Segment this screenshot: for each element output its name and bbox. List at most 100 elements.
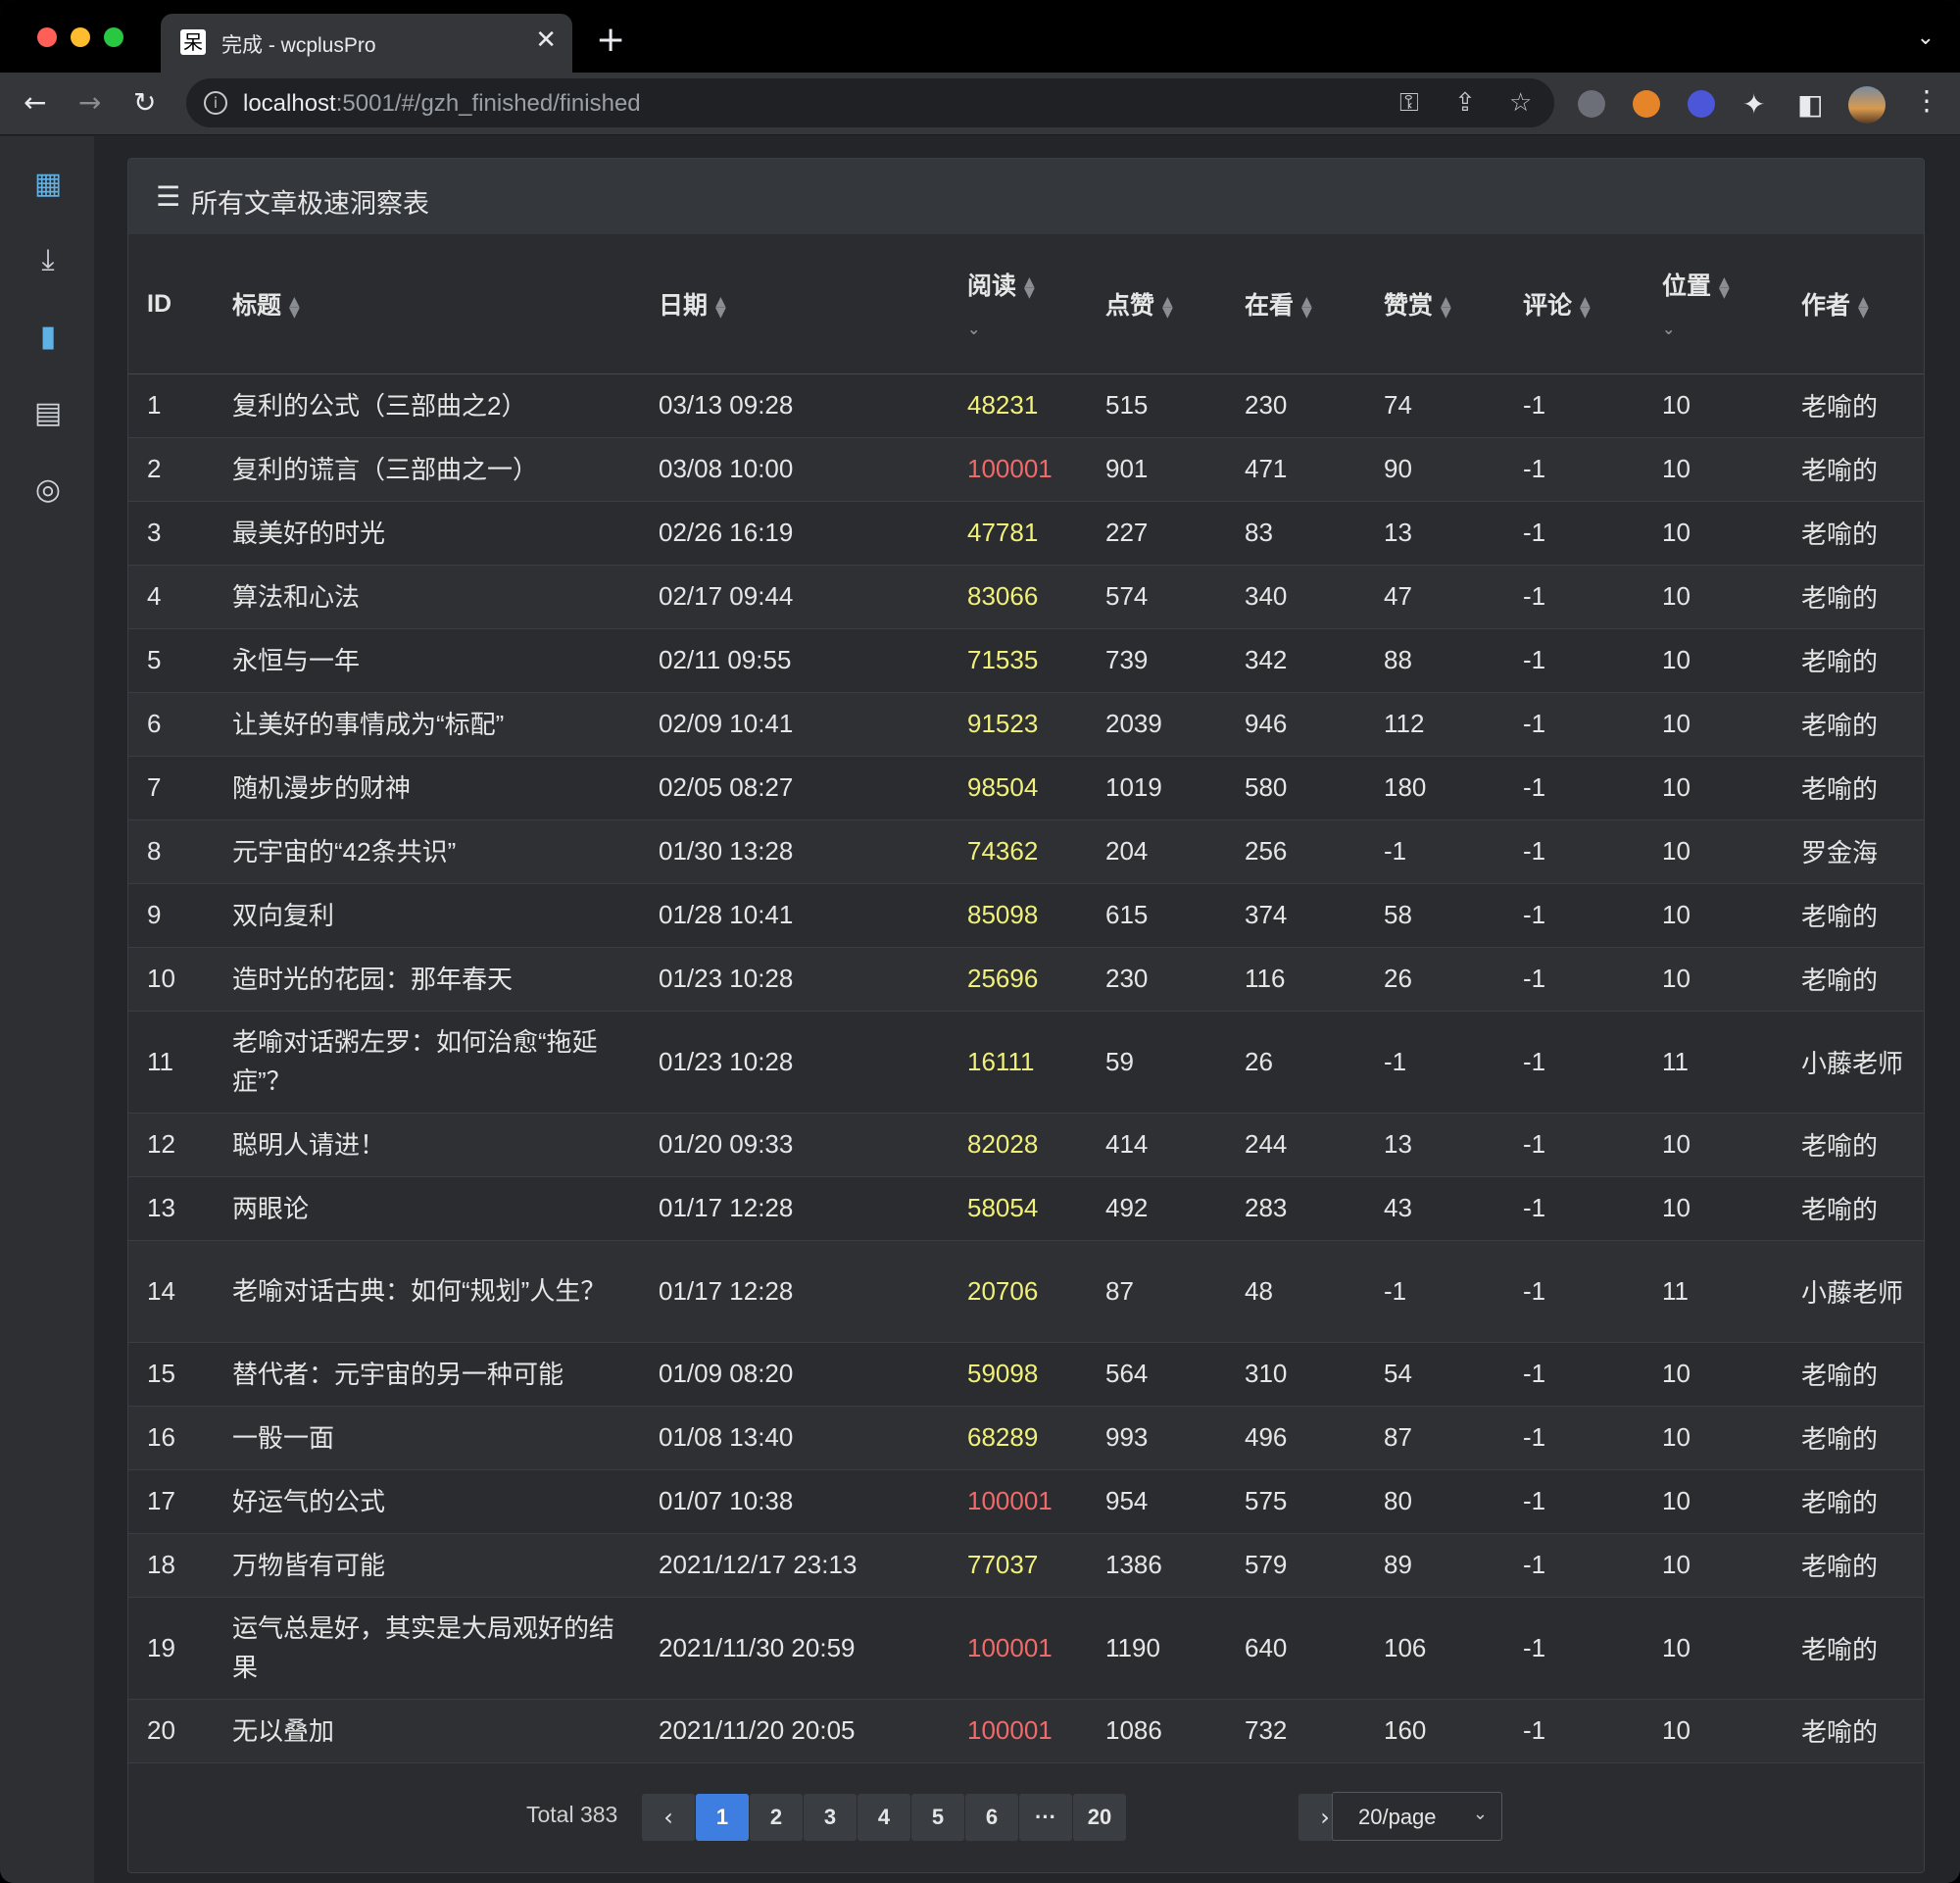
clipboard-icon[interactable]: ▤ — [27, 393, 69, 434]
page-button[interactable]: 6 — [965, 1794, 1018, 1841]
cell-like: 954 — [1087, 1469, 1226, 1534]
chevron-down-icon[interactable]: ⌄ — [967, 320, 1035, 338]
table-row[interactable]: 10 造时光的花园：那年春天 01/23 10:28 25696 230 116 26 -1 1… — [128, 947, 1924, 1012]
cell-id: 12 — [128, 1113, 214, 1177]
table-row[interactable]: 1 复利的公式（三部曲之2） 03/13 09:28 48231 515 230 74 -1 1… — [128, 373, 1924, 438]
key-icon[interactable]: ⚿ — [1399, 88, 1419, 119]
table-row[interactable]: 14 老喻对话古典：如何“规划”人生？ 01/17 12:28 20706 87 48 -1… — [128, 1240, 1924, 1343]
table-row[interactable]: 8 元宇宙的“42条共识” 01/30 13:28 74362 204 256 -1 -1 10… — [128, 819, 1924, 884]
table-row[interactable]: 7 随机漫步的财神 02/05 08:27 98504 1019 580 180 -1 10 老喻… — [128, 756, 1924, 820]
cell-author: 老喻的 — [1783, 1113, 1924, 1177]
sort-caret-icon[interactable]: ▲ ▼ — [1301, 295, 1312, 320]
sort-caret-icon[interactable]: ▲ ▼ — [1024, 275, 1035, 300]
bar-chart-icon[interactable]: ▮ — [27, 317, 69, 358]
page-button[interactable]: 2 — [750, 1794, 803, 1841]
help-ring-icon[interactable]: ◎ — [27, 470, 69, 511]
col-comment-header[interactable]: 评论 ▲ ▼ — [1504, 235, 1643, 374]
new-tab-icon[interactable]: + — [596, 20, 625, 60]
download-icon[interactable]: ⤓ — [27, 240, 69, 281]
cell-date: 2021/11/30 20:59 — [640, 1597, 949, 1700]
cell-position: 10 — [1643, 1533, 1783, 1598]
page-button[interactable]: 3 — [804, 1794, 857, 1841]
table-row[interactable]: 16 一骰一面 01/08 13:40 68289 993 496 87 -1 10 老喻的 — [128, 1406, 1924, 1470]
table-row[interactable]: 19 运气总是好，其实是大局观好的结果 2021/11/30 20:59 100001… — [128, 1597, 1924, 1700]
sort-caret-icon[interactable]: ▲ ▼ — [715, 295, 726, 320]
bookmark-star-icon[interactable]: ☆ — [1509, 88, 1532, 118]
page-button[interactable]: 1 — [696, 1794, 749, 1841]
chevron-down-icon[interactable]: ⌄ — [1662, 320, 1730, 338]
sort-caret-icon[interactable]: ▲ ▼ — [1162, 295, 1173, 320]
cell-watch: 310 — [1226, 1342, 1365, 1407]
extension-glasses-icon[interactable] — [1578, 90, 1605, 118]
cell-watch: 580 — [1226, 756, 1365, 820]
profile-avatar[interactable] — [1848, 86, 1886, 124]
cell-read: 85098 — [949, 883, 1087, 948]
cell-author: 老喻的 — [1783, 373, 1924, 438]
col-reward-header[interactable]: 赞赏 ▲ ▼ — [1365, 235, 1504, 374]
cell-comment: -1 — [1504, 1699, 1643, 1763]
cell-reward: 58 — [1365, 883, 1504, 948]
prev-page-chevron-icon[interactable]: ‹ — [642, 1794, 695, 1841]
cell-reward: 160 — [1365, 1699, 1504, 1763]
col-watch-header[interactable]: 在看 ▲ ▼ — [1226, 235, 1365, 374]
address-bar[interactable]: i localhost:5001/#/gzh_finished/finished… — [186, 78, 1554, 127]
articles-card: ☰ 所有文章极速洞察表 ID 标题 ▲ ▼ 日期 ▲ ▼ 阅读 ▲ ▼ ⌄ 点赞 ▲ ▼ — [127, 158, 1925, 1873]
cell-comment: -1 — [1504, 1406, 1643, 1470]
table-row[interactable]: 20 无以叠加 2021/11/20 20:05 100001 1086 732 160 -1… — [128, 1699, 1924, 1763]
browser-tab[interactable]: 呆 完成 - wcplusPro ✕ — [161, 14, 572, 73]
table-row[interactable]: 2 复利的谎言（三部曲之一） 03/08 10:00 100001 901 471 90 -1… — [128, 437, 1924, 502]
sort-caret-icon[interactable]: ▲ ▼ — [1441, 295, 1451, 320]
cell-reward: -1 — [1365, 819, 1504, 884]
col-position-header[interactable]: 位置 ▲ ▼ ⌄ — [1643, 235, 1783, 374]
table-row[interactable]: 5 永恒与一年 02/11 09:55 71535 739 342 88 -1 10 老喻的 — [128, 628, 1924, 693]
tab-search-chevron-icon[interactable]: ⌄ — [1917, 25, 1935, 50]
extensions-puzzle-icon[interactable]: ✦ — [1742, 88, 1765, 121]
cell-watch: 256 — [1226, 819, 1365, 884]
table-row[interactable]: 3 最美好的时光 02/26 16:19 47781 227 83 13 -1 10 老喻的 — [128, 501, 1924, 566]
share-icon[interactable]: ⇪ — [1454, 88, 1476, 118]
sort-caret-icon[interactable]: ▲ ▼ — [1719, 275, 1730, 300]
col-title-header[interactable]: 标题 ▲ ▼ — [214, 235, 640, 374]
page-ellipsis-button[interactable]: ··· — [1019, 1794, 1072, 1841]
cell-watch: 579 — [1226, 1533, 1365, 1598]
table-row[interactable]: 11 老喻对话粥左罗：如何治愈“拖延症”？ 01/23 10:28 16111 59 26… — [128, 1011, 1924, 1114]
minimize-window-button[interactable] — [71, 27, 90, 47]
zoom-window-button[interactable] — [104, 27, 123, 47]
table-row[interactable]: 18 万物皆有可能 2021/12/17 23:13 77037 1386 579 89 -1… — [128, 1533, 1924, 1598]
back-arrow-icon[interactable]: ← — [24, 86, 46, 119]
table-row[interactable]: 6 让美好的事情成为“标配” 02/09 10:41 91523 2039 946 112-… — [128, 692, 1924, 757]
page-button[interactable]: 4 — [858, 1794, 910, 1841]
sort-caret-icon[interactable]: ▲ ▼ — [1858, 295, 1869, 320]
table-row[interactable]: 4 算法和心法 02/17 09:44 83066 574 340 47 -1 10 老喻的 — [128, 565, 1924, 629]
extension-orange-icon[interactable] — [1633, 90, 1660, 118]
sort-caret-icon[interactable]: ▲ ▼ — [1580, 295, 1591, 320]
cell-like: 227 — [1087, 501, 1226, 566]
cell-title: 复利的谎言（三部曲之一） — [214, 437, 640, 502]
site-info-icon[interactable]: i — [204, 91, 227, 115]
col-author-header[interactable]: 作者 ▲ ▼ — [1783, 235, 1924, 374]
url-text[interactable]: localhost:5001/#/gzh_finished/finished — [243, 90, 641, 118]
table-row[interactable]: 17 好运气的公式 01/07 10:38 100001 954 575 80 -1 10 老喻的 — [128, 1469, 1924, 1534]
page-size-select[interactable]: 20/page ⌄ — [1332, 1792, 1502, 1841]
col-id-header[interactable]: ID — [128, 235, 214, 374]
col-like-header[interactable]: 点赞 ▲ ▼ — [1087, 235, 1226, 374]
page-button[interactable]: 20 — [1073, 1794, 1126, 1841]
table-row[interactable]: 12 聪明人请进！ 01/20 09:33 82028 414 244 13 -1 10 老喻的 — [128, 1113, 1924, 1177]
table-row[interactable]: 13 两眼论 01/17 12:28 58054 492 283 43 -1 10 老喻的 — [128, 1176, 1924, 1241]
close-window-button[interactable] — [37, 27, 57, 47]
side-panel-icon[interactable]: ◧ — [1797, 88, 1823, 121]
page-button[interactable]: 5 — [911, 1794, 964, 1841]
col-date-header[interactable]: 日期 ▲ ▼ — [640, 235, 949, 374]
tab-close-icon[interactable]: ✕ — [535, 25, 557, 55]
table-row[interactable]: 9 双向复利 01/28 10:41 85098 615 374 58 -1 10 老喻的 — [128, 883, 1924, 948]
forward-arrow-icon[interactable]: → — [78, 86, 101, 119]
cell-position: 10 — [1643, 692, 1783, 757]
cell-reward: 26 — [1365, 947, 1504, 1012]
browser-menu-icon[interactable]: ⋮ — [1913, 84, 1940, 117]
extension-blue-icon[interactable] — [1688, 90, 1715, 118]
col-read-header[interactable]: 阅读 ▲ ▼ ⌄ — [949, 235, 1087, 374]
dashboard-icon[interactable]: ▦ — [27, 164, 69, 205]
table-row[interactable]: 15 替代者：元宇宙的另一种可能 01/09 08:20 59098 564 310 54-… — [128, 1342, 1924, 1407]
sort-caret-icon[interactable]: ▲ ▼ — [289, 295, 300, 320]
reload-icon[interactable]: ↻ — [133, 86, 156, 119]
